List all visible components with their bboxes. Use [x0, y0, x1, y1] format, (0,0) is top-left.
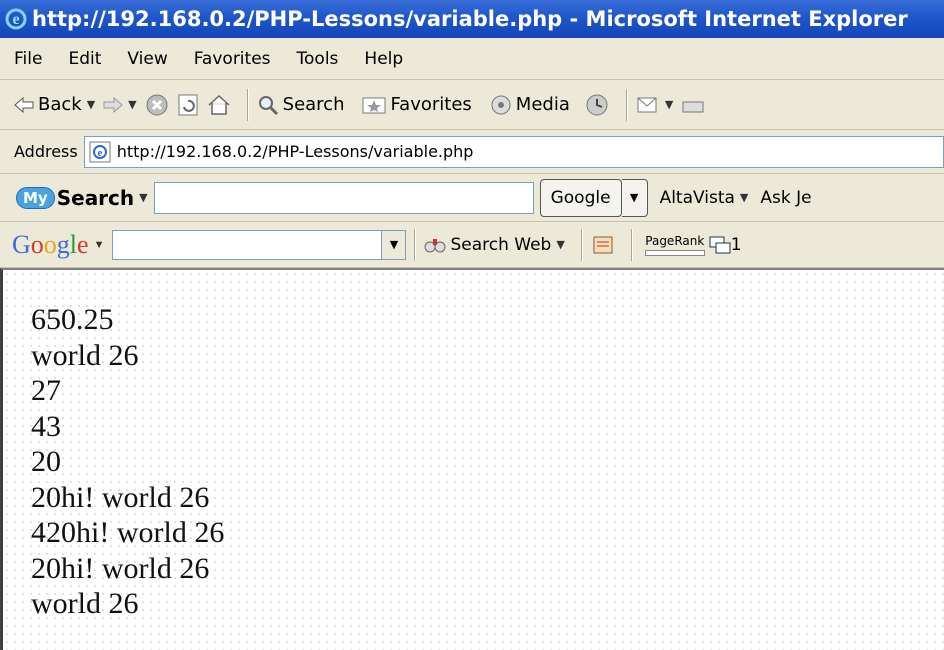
address-bar: Address e http://192.168.0.2/PHP-Lessons…: [0, 130, 944, 174]
home-button[interactable]: [207, 94, 231, 116]
google-logo-letter: g: [56, 229, 70, 259]
menu-bar: File Edit View Favorites Tools Help: [0, 38, 944, 80]
chevron-down-icon[interactable]: ▼: [87, 98, 95, 111]
favorites-label: Favorites: [390, 94, 472, 115]
menu-favorites[interactable]: Favorites: [180, 49, 271, 69]
chevron-down-icon[interactable]: ▼: [665, 98, 673, 111]
google-logo-letter: o: [43, 229, 57, 259]
window-title: http://192.168.0.2/PHP-Lessons/variable.…: [32, 7, 908, 31]
output-line: 20hi! world 26: [31, 480, 210, 514]
chevron-down-icon[interactable]: ▼: [382, 229, 407, 260]
page-content: 650.25 world 26 27 43 20 20hi! world 26 …: [0, 268, 944, 650]
output-line: 27: [31, 374, 61, 407]
address-url: http://192.168.0.2/PHP-Lessons/variable.…: [116, 142, 474, 161]
google-logo-letter: e: [77, 229, 89, 259]
search-web-button[interactable]: Search Web ▼: [424, 234, 565, 255]
favorites-icon: [362, 97, 386, 113]
altavista-link[interactable]: AltaVista: [660, 188, 735, 208]
binoculars-icon: [424, 238, 446, 252]
media-label: Media: [515, 94, 570, 115]
search-button[interactable]: Search: [257, 94, 345, 116]
menu-edit[interactable]: Edit: [54, 49, 101, 69]
back-button[interactable]: Back ▼: [14, 94, 95, 115]
pagerank-indicator[interactable]: PageRank: [644, 233, 705, 256]
favorites-button[interactable]: Favorites: [362, 94, 472, 115]
search-icon: [258, 95, 278, 115]
chevron-down-icon[interactable]: ▼: [740, 191, 748, 204]
output-line: world 26: [31, 587, 139, 620]
mysearch-toolbar: My Search ▼ Google ▼ AltaVista ▼ Ask Je: [0, 174, 944, 222]
page-icon: e: [89, 141, 111, 162]
toolbar-separator: [625, 88, 628, 121]
google-toolbar: Google ▼ ▼ Search Web ▼ PageRank 1: [0, 222, 944, 268]
output-line: 650.25: [31, 303, 114, 336]
menu-help[interactable]: Help: [350, 49, 403, 69]
chevron-down-icon[interactable]: ▼: [94, 239, 105, 251]
history-button[interactable]: [584, 93, 610, 117]
svg-text:e: e: [97, 147, 102, 159]
svg-text:e: e: [12, 11, 19, 28]
mysearch-input[interactable]: [153, 181, 534, 214]
output-line: world 26: [31, 338, 139, 372]
google-logo-letter: o: [30, 229, 44, 259]
print-button[interactable]: [681, 94, 705, 116]
chevron-down-icon[interactable]: ▼: [139, 191, 147, 204]
media-icon: [491, 95, 511, 114]
window-icon: [709, 236, 731, 253]
output-line: 43: [31, 409, 61, 443]
stop-icon: [146, 94, 168, 115]
chevron-down-icon[interactable]: ▼: [556, 238, 564, 251]
popup-blocker-button[interactable]: 1: [709, 235, 742, 255]
mysearch-logo[interactable]: My Search: [16, 186, 134, 210]
chevron-down-icon[interactable]: ▼: [621, 178, 648, 217]
home-icon: [208, 94, 230, 115]
stop-button[interactable]: [145, 93, 169, 117]
back-arrow-icon: [14, 96, 34, 113]
popup-count: 1: [730, 234, 742, 255]
output-line: 420hi! world 26: [31, 516, 225, 549]
back-label: Back: [38, 94, 82, 115]
pagerank-bar: [644, 249, 705, 256]
google-search-button[interactable]: Google: [539, 178, 622, 217]
media-button[interactable]: Media: [490, 94, 570, 116]
askjeeves-link[interactable]: Ask Je: [760, 188, 811, 208]
toolbar-separator: [246, 88, 249, 121]
search-label: Search: [282, 94, 345, 115]
forward-arrow-icon: [103, 96, 123, 113]
toolbar-separator: [414, 228, 417, 261]
history-icon: [586, 94, 608, 115]
refresh-icon: [178, 94, 198, 115]
mail-icon: [637, 97, 657, 112]
google-logo[interactable]: Google ▼: [12, 230, 104, 260]
news-icon: [593, 236, 613, 253]
mysearch-badge: My: [16, 186, 55, 209]
google-logo-letter: l: [69, 229, 78, 259]
mysearch-logo-text: Search: [56, 185, 135, 210]
forward-button[interactable]: ▼: [103, 96, 137, 113]
menu-view[interactable]: View: [113, 49, 167, 69]
ie-icon: e: [5, 8, 27, 30]
toolbar-separator: [630, 228, 633, 261]
news-button[interactable]: [591, 234, 615, 256]
google-search-input[interactable]: [112, 229, 383, 260]
print-icon: [682, 101, 704, 112]
chevron-down-icon[interactable]: ▼: [128, 98, 136, 111]
mail-button[interactable]: ▼: [636, 94, 673, 116]
google-search-combo[interactable]: ▼: [112, 229, 407, 260]
refresh-button[interactable]: [177, 93, 199, 117]
google-logo-letter: G: [12, 229, 31, 259]
output-line: 20hi! world 26: [31, 551, 210, 585]
output-line: 20: [31, 445, 61, 478]
menu-tools[interactable]: Tools: [283, 49, 339, 69]
address-input[interactable]: e http://192.168.0.2/PHP-Lessons/variabl…: [83, 135, 944, 168]
address-label: Address: [14, 142, 78, 161]
search-web-label: Search Web: [450, 234, 552, 255]
title-bar[interactable]: e http://192.168.0.2/PHP-Lessons/variabl…: [0, 0, 944, 38]
pagerank-label: PageRank: [645, 233, 705, 248]
toolbar-separator: [580, 228, 583, 261]
menu-file[interactable]: File: [0, 49, 42, 69]
standard-toolbar: Back ▼ ▼ Search Favorites Media ▼: [0, 80, 944, 130]
